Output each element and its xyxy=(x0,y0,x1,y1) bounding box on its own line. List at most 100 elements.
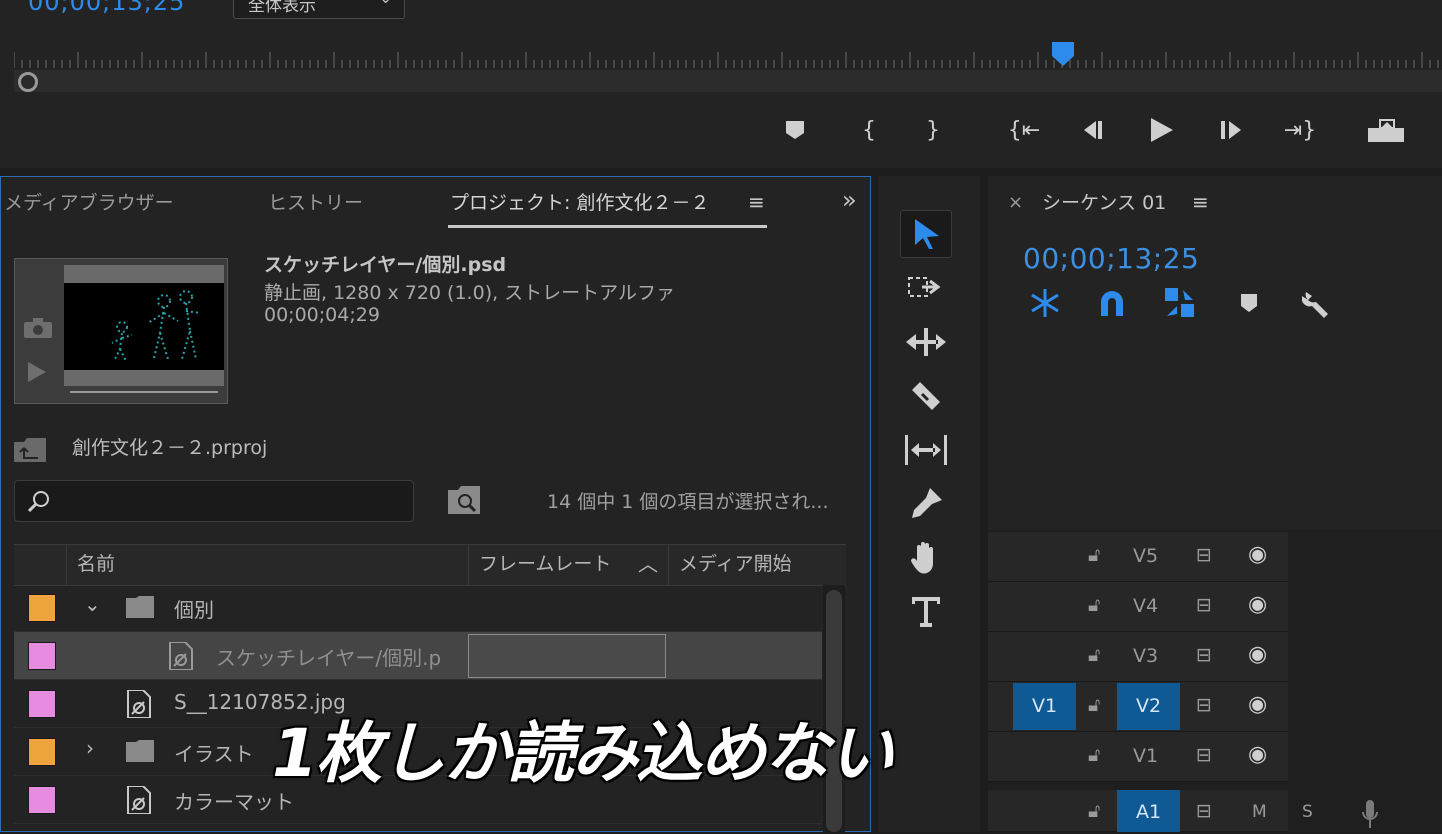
step-forward-button[interactable] xyxy=(1215,112,1251,148)
lock-icon[interactable]: 🔓︎ xyxy=(1088,594,1100,616)
track-name[interactable]: V3 xyxy=(1133,645,1158,667)
folder-icon xyxy=(126,596,154,618)
zoom-scrollbar[interactable] xyxy=(14,70,1442,92)
zoom-level-value: 全体表示 xyxy=(248,0,316,16)
add-marker-button[interactable] xyxy=(777,112,813,148)
snap-button[interactable] xyxy=(1094,286,1130,320)
sync-lock-icon[interactable]: ⊟ xyxy=(1196,644,1212,666)
eye-icon[interactable]: ◉ xyxy=(1248,692,1267,717)
chevron-down-icon[interactable]: ⌄ xyxy=(84,592,101,616)
frame-rate-cell[interactable] xyxy=(468,634,666,678)
track-select-icon xyxy=(908,277,941,297)
mark-out-icon: } xyxy=(926,117,940,143)
track-header-v4[interactable]: 🔓︎ V4 ⊟ ◉ xyxy=(988,582,1288,632)
sync-lock-icon[interactable]: ⊟ xyxy=(1196,800,1212,822)
eye-icon[interactable]: ◉ xyxy=(1248,642,1267,667)
table-row-selected[interactable]: スケッチレイヤー/個別.p xyxy=(14,632,822,680)
slip-tool[interactable] xyxy=(900,426,952,474)
lock-icon[interactable]: 🔓︎ xyxy=(1088,694,1100,716)
label-color-swatch[interactable] xyxy=(28,738,56,766)
track-name[interactable]: V5 xyxy=(1133,545,1158,567)
label-color-swatch[interactable] xyxy=(28,594,56,622)
add-marker-button[interactable] xyxy=(1231,286,1267,320)
eye-icon[interactable]: ◉ xyxy=(1248,542,1267,567)
go-to-in-icon: {⇤ xyxy=(1007,117,1041,143)
lock-icon[interactable]: 🔓︎ xyxy=(1088,744,1100,766)
track-select-tool[interactable] xyxy=(900,264,952,312)
track-name[interactable]: A1 xyxy=(1117,790,1180,832)
zoom-level-select[interactable]: 全体表示 ⌄ xyxy=(233,0,405,19)
sync-lock-icon[interactable]: ⊟ xyxy=(1196,544,1212,566)
chevron-right-icon[interactable]: › xyxy=(86,736,94,760)
selection-tool[interactable] xyxy=(900,210,952,258)
search-input[interactable] xyxy=(14,480,414,522)
track-name[interactable]: V2 xyxy=(1117,683,1180,730)
hand-tool[interactable] xyxy=(900,534,952,582)
panel-menu-icon[interactable]: ≡ xyxy=(748,190,765,214)
source-patch-v1[interactable]: V1 xyxy=(1013,683,1076,730)
lock-icon[interactable]: 🔓︎ xyxy=(1088,544,1100,566)
play-icon[interactable] xyxy=(28,362,46,382)
hand-icon xyxy=(911,542,933,574)
mark-in-button[interactable]: { xyxy=(851,112,887,148)
label-color-swatch[interactable] xyxy=(28,690,56,718)
linked-selection-button[interactable] xyxy=(1162,286,1198,320)
lock-icon[interactable]: 🔓︎ xyxy=(1088,800,1100,822)
eye-icon[interactable]: ◉ xyxy=(1248,592,1267,617)
column-frame-rate[interactable]: フレームレート ︿ xyxy=(468,545,668,585)
table-row[interactable]: ⌄ 個別 xyxy=(14,584,822,632)
go-to-in-button[interactable]: {⇤ xyxy=(1006,112,1042,148)
nest-toggle-button[interactable] xyxy=(1027,286,1063,320)
sync-lock-icon[interactable]: ⊟ xyxy=(1196,594,1212,616)
program-timecode[interactable]: 00;00;13;25 xyxy=(28,0,185,16)
track-name[interactable]: V1 xyxy=(1133,745,1158,767)
playhead-icon[interactable] xyxy=(1052,42,1074,66)
track-header-v5[interactable]: 🔓︎ V5 ⊟ ◉ xyxy=(988,532,1288,582)
tab-project[interactable]: プロジェクト: 創作文化２－２ xyxy=(450,188,709,215)
marker-icon xyxy=(1241,294,1257,312)
time-ruler[interactable] xyxy=(14,40,1442,70)
sequence-timecode[interactable]: 00;00;13;25 xyxy=(1023,242,1199,275)
sort-ascending-icon: ︿ xyxy=(638,552,658,576)
new-search-bin-icon[interactable] xyxy=(448,486,480,514)
razor-tool[interactable] xyxy=(900,372,952,420)
label-color-swatch[interactable] xyxy=(28,642,56,670)
close-icon[interactable]: × xyxy=(1008,192,1023,213)
column-media-start[interactable]: メディア開始 xyxy=(668,545,846,585)
step-back-button[interactable] xyxy=(1074,112,1110,148)
solo-button[interactable]: S xyxy=(1302,802,1313,822)
track-header-a1[interactable]: 🔓︎ A1 ⊟ M S xyxy=(988,790,1313,832)
sync-lock-icon[interactable]: ⊟ xyxy=(1196,694,1212,716)
tab-sequence[interactable]: シーケンス 01 xyxy=(1042,188,1166,215)
thumbnail-scrub-bar[interactable] xyxy=(70,391,218,393)
mute-button[interactable]: M xyxy=(1252,802,1267,822)
pen-tool[interactable] xyxy=(900,480,952,528)
folder-up-icon[interactable] xyxy=(14,438,46,462)
lock-icon[interactable]: 🔓︎ xyxy=(1088,644,1100,666)
go-to-out-button[interactable]: ⇥} xyxy=(1282,112,1318,148)
label-color-swatch[interactable] xyxy=(28,786,56,814)
eye-icon[interactable]: ◉ xyxy=(1248,742,1267,767)
track-header-v3[interactable]: 🔓︎ V3 ⊟ ◉ xyxy=(988,632,1288,682)
timeline-settings-button[interactable] xyxy=(1299,286,1335,320)
marker-icon xyxy=(786,121,804,139)
sync-lock-icon[interactable]: ⊟ xyxy=(1196,744,1212,766)
ripple-edit-tool[interactable] xyxy=(900,318,952,366)
camera-icon[interactable] xyxy=(24,318,52,338)
lift-icon xyxy=(1368,119,1404,142)
mark-out-button[interactable]: } xyxy=(915,112,951,148)
lift-button[interactable] xyxy=(1368,112,1404,148)
column-name[interactable]: 名前 xyxy=(66,545,468,585)
track-header-v2[interactable]: V1 🔓︎ V2 ⊟ ◉ xyxy=(988,682,1288,732)
track-header-v1[interactable]: 🔓︎ V1 ⊟ ◉ xyxy=(988,732,1288,782)
microphone-icon[interactable] xyxy=(1361,800,1379,830)
type-tool[interactable] xyxy=(900,588,952,636)
panel-overflow-icon[interactable]: » xyxy=(842,186,857,214)
play-button[interactable] xyxy=(1143,112,1179,148)
tab-history[interactable]: ヒストリー xyxy=(268,188,363,215)
scrollbar-handle[interactable] xyxy=(18,72,38,92)
panel-menu-icon[interactable]: ≡ xyxy=(1192,190,1209,214)
search-icon xyxy=(27,491,49,513)
track-name[interactable]: V4 xyxy=(1133,595,1158,617)
tab-media-browser[interactable]: メディアブラウザー xyxy=(4,188,174,215)
